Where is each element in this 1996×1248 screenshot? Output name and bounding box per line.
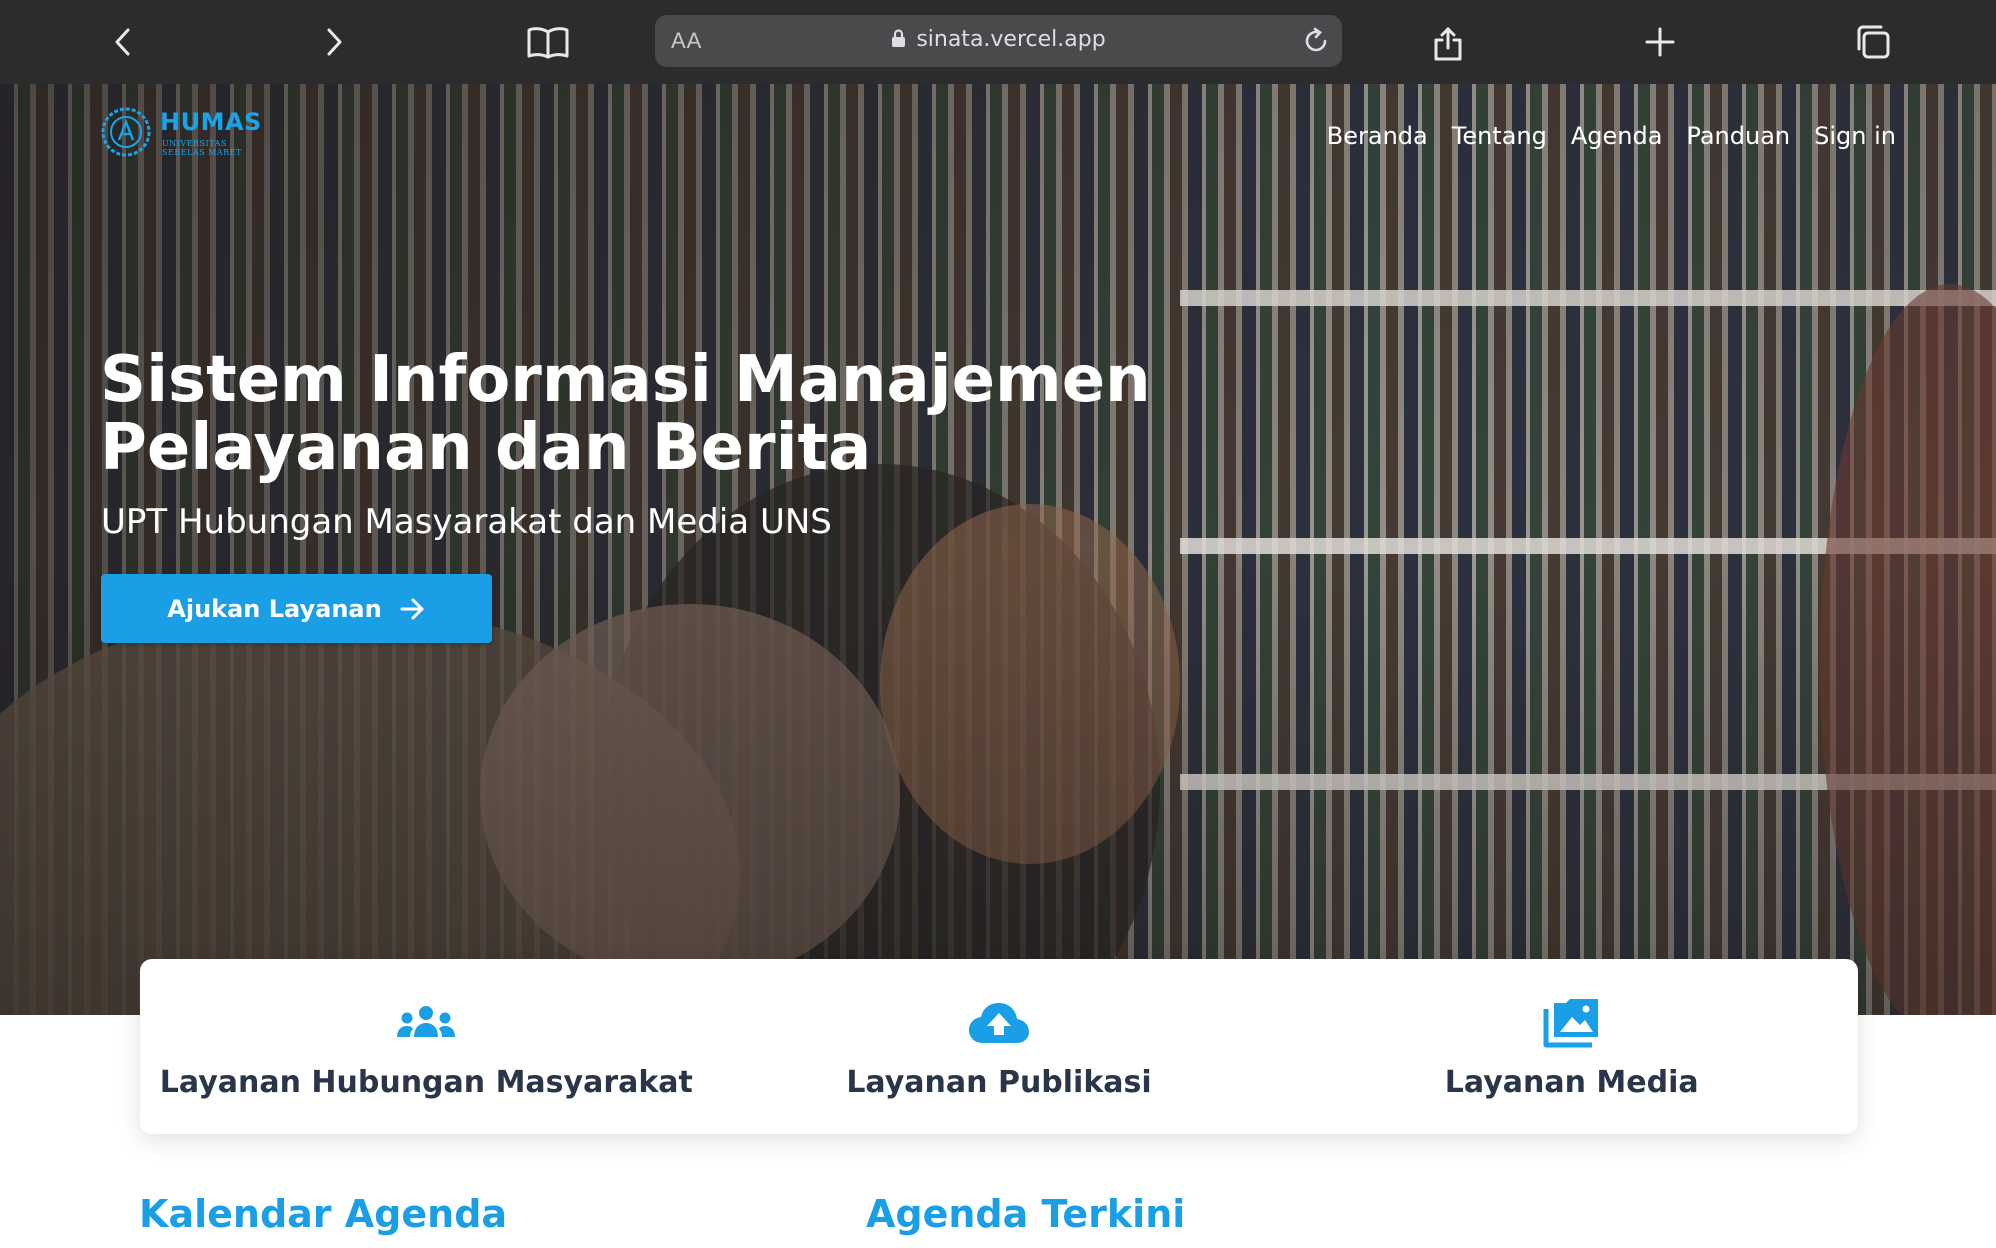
nav-panduan[interactable]: Panduan (1686, 122, 1790, 150)
humas-logo[interactable]: HUMAS UNIVERSITAS SEBELAS MARET (100, 106, 270, 162)
hero-title: Sistem Informasi Manajemen Pelayanan dan… (100, 343, 1151, 485)
nav-agenda[interactable]: Agenda (1571, 122, 1663, 150)
new-tab-icon[interactable] (1632, 14, 1688, 70)
hero-banner (0, 84, 1996, 1015)
lock-icon (891, 29, 906, 54)
tabs-icon[interactable] (1845, 14, 1901, 70)
address-bar[interactable]: AA sinata.vercel.app (655, 15, 1342, 67)
cloud-upload-icon (967, 997, 1031, 1049)
service-label: Layanan Publikasi (846, 1065, 1152, 1100)
submit-service-button[interactable]: Ajukan Layanan (101, 574, 492, 643)
submit-service-label: Ajukan Layanan (167, 594, 382, 623)
main-nav: Beranda Tentang Agenda Panduan Sign in (1327, 122, 1896, 150)
calendar-section-title: Kalendar Agenda (139, 1192, 508, 1236)
logo-wordmark: HUMAS (160, 108, 262, 136)
latest-agenda-section-title: Agenda Terkini (866, 1192, 1186, 1236)
hero-subtitle: UPT Hubungan Masyarakat dan Media UNS (101, 502, 832, 542)
nav-beranda[interactable]: Beranda (1327, 122, 1428, 150)
logo-subtitle-line-1: UNIVERSITAS (162, 139, 227, 148)
people-group-icon (394, 997, 458, 1049)
url-text: sinata.vercel.app (916, 27, 1106, 52)
reload-icon[interactable] (1300, 25, 1332, 57)
nav-tentang[interactable]: Tentang (1452, 122, 1547, 150)
service-label: Layanan Hubungan Masyarakat (159, 1065, 693, 1100)
service-public-relations[interactable]: Layanan Hubungan Masyarakat (140, 959, 713, 1134)
university-seal-icon (101, 107, 151, 157)
bookmarks-icon[interactable] (520, 14, 576, 70)
browser-toolbar: AA sinata.vercel.app (0, 0, 1996, 84)
arrow-right-icon (400, 598, 424, 619)
photo-album-icon (1542, 997, 1602, 1049)
share-icon[interactable] (1420, 14, 1476, 70)
forward-icon[interactable] (306, 14, 362, 70)
url-display: sinata.vercel.app (655, 27, 1342, 54)
service-publication[interactable]: Layanan Publikasi (713, 959, 1286, 1134)
back-icon[interactable] (95, 14, 151, 70)
nav-sign-in[interactable]: Sign in (1814, 122, 1896, 150)
logo-subtitle-line-2: SEBELAS MARET (162, 148, 242, 157)
hero-overlay (0, 84, 1996, 1015)
services-card: Layanan Hubungan Masyarakat Layanan Publ… (140, 959, 1858, 1134)
service-label: Layanan Media (1444, 1065, 1699, 1100)
service-media[interactable]: Layanan Media (1285, 959, 1858, 1134)
